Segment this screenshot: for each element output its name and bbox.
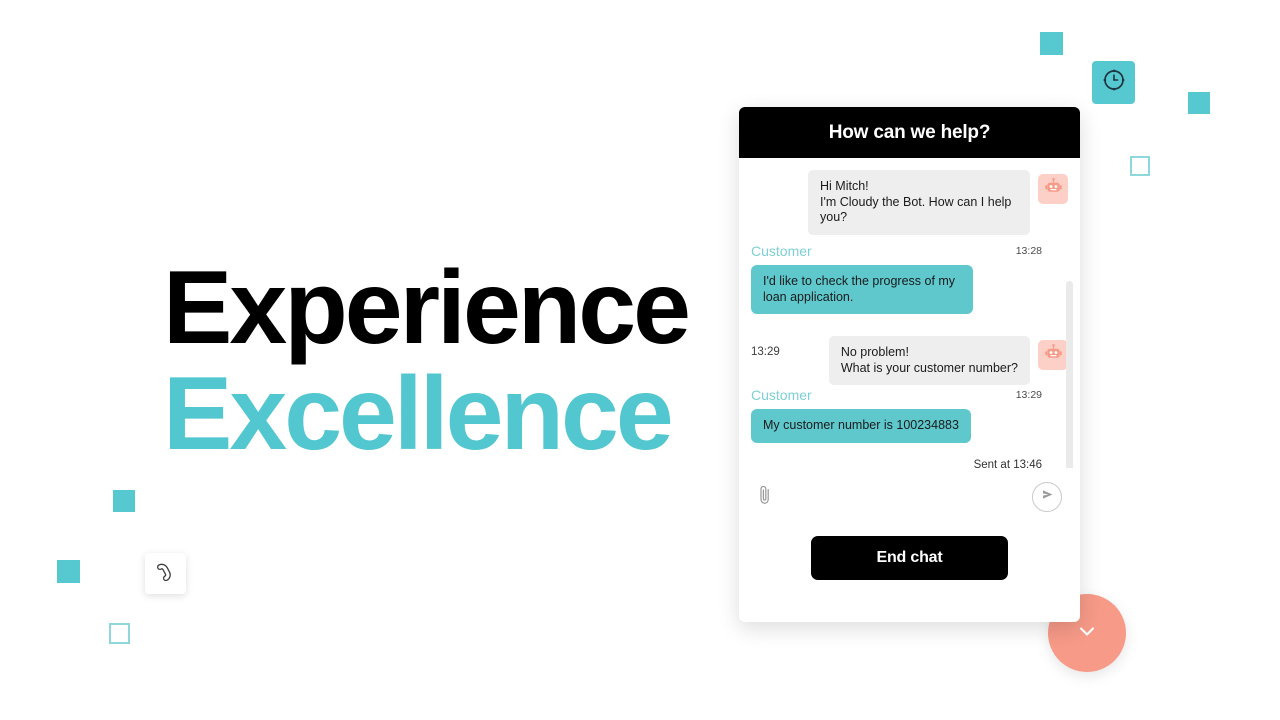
chat-scrollbar[interactable] xyxy=(1066,281,1073,468)
message-text-line: What is your customer number? xyxy=(840,360,1018,375)
customer-label: Customer xyxy=(751,387,812,404)
message-bubble-user: I'd like to check the progress of my loa… xyxy=(751,264,973,315)
chat-footer: End chat xyxy=(739,526,1080,622)
sent-status: Sent at 13:46 xyxy=(973,459,1042,468)
message-row-user: I'd like to check the progress of my loa… xyxy=(739,264,1080,315)
decor-square-teal-1 xyxy=(1040,32,1063,55)
meta-row-customer-1: Customer 13:28 xyxy=(739,243,1080,259)
chat-header: How can we help? xyxy=(739,107,1080,158)
message-text-line: No problem! xyxy=(840,345,909,360)
headline-line-2: Excellence xyxy=(163,355,674,472)
decor-square-outline-2 xyxy=(109,623,130,644)
bot-avatar xyxy=(1038,174,1068,204)
meta-row-customer-2: Customer 13:29 xyxy=(739,387,1080,403)
clock-tile xyxy=(1092,61,1135,104)
chat-title: How can we help? xyxy=(828,121,991,143)
chat-composer xyxy=(739,468,1080,526)
message-timestamp: 13:28 xyxy=(1015,244,1042,257)
decor-square-teal-4 xyxy=(57,560,80,583)
message-bubble-user: My customer number is 100234883 xyxy=(751,409,971,443)
phone-card xyxy=(145,553,186,594)
message-bubble-bot: No problem! What is your customer number… xyxy=(828,336,1030,386)
message-row-bot: Hi Mitch! I'm Cloudy the Bot. How can I … xyxy=(739,170,1080,235)
chat-message-list[interactable]: Hi Mitch! I'm Cloudy the Bot. How can I … xyxy=(739,158,1080,468)
message-timestamp: 13:29 xyxy=(1015,389,1042,402)
chevron-down-icon xyxy=(1074,618,1100,649)
robot-icon xyxy=(1044,177,1063,201)
message-text-line: I'm Cloudy the Bot. How can I help you? xyxy=(820,194,1012,225)
bot-avatar xyxy=(1038,340,1068,371)
end-chat-button[interactable]: End chat xyxy=(811,536,1008,580)
robot-icon xyxy=(1044,343,1063,367)
page-root: Experience Excellence How can we help? H… xyxy=(0,0,1280,720)
customer-label: Customer xyxy=(751,242,812,259)
message-bubble-bot: Hi Mitch! I'm Cloudy the Bot. How can I … xyxy=(808,170,1030,235)
decor-square-teal-3 xyxy=(113,490,135,512)
decor-square-teal-2 xyxy=(1188,92,1210,114)
clock-icon xyxy=(1101,67,1127,98)
chat-widget: How can we help? Hi Mitch! I'm Cloudy th… xyxy=(739,107,1080,622)
phone-icon xyxy=(153,558,179,589)
message-timestamp: 13:29 xyxy=(751,346,780,359)
paperclip-icon[interactable] xyxy=(755,483,775,512)
message-row-user: My customer number is 100234883 xyxy=(739,409,1080,443)
meta-row-sent-status: Sent at 13:46 xyxy=(739,459,1080,468)
send-button[interactable] xyxy=(1032,482,1062,512)
message-text-line: Hi Mitch! xyxy=(820,179,869,193)
hero-headline: Experience Excellence xyxy=(163,250,691,472)
message-row-bot: 13:29 No problem! What is your customer … xyxy=(739,336,1080,386)
headline-line-1: Experience xyxy=(163,250,691,366)
send-icon xyxy=(1040,487,1055,507)
decor-square-outline-1 xyxy=(1130,156,1150,176)
